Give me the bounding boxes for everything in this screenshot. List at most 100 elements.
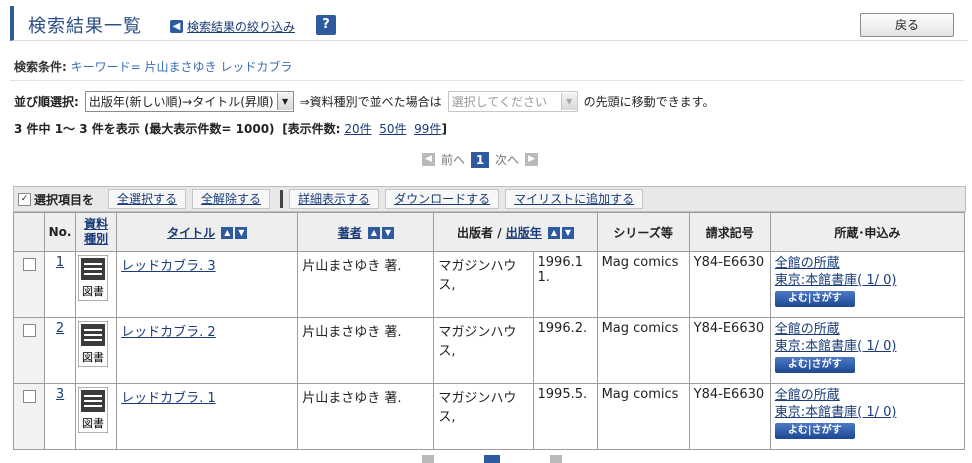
header-type[interactable]: 資料種別 bbox=[75, 212, 118, 252]
header-publisher-year: 出版者 / 出版年 ▲ ▼ bbox=[433, 212, 598, 252]
download-button[interactable]: ダウンロードする bbox=[385, 189, 500, 209]
action-bar: ✓ 選択項目を 全選択する 全解除する 詳細表示する ダウンロードする マイリス… bbox=[13, 186, 966, 212]
header-author: 著者 ▲ ▼ bbox=[297, 212, 435, 252]
yomu-sagasu-button[interactable]: よむ|さがす bbox=[774, 357, 855, 373]
row-type-label: 図書 bbox=[82, 416, 104, 430]
back-button[interactable]: 戻る bbox=[860, 13, 954, 37]
result-count: 3 件中 1～ 3 件を表示 (最大表示件数= 1000) bbox=[14, 122, 275, 136]
header-title: タイトル ▲ ▼ bbox=[116, 212, 299, 252]
deselect-all-button[interactable]: 全解除する bbox=[192, 189, 271, 209]
search-condition: 検索条件: キーワード= 片山まさゆき レッドカブラ bbox=[14, 58, 292, 75]
all-holdings-link[interactable]: 全館の所蔵 bbox=[775, 256, 840, 271]
table-row: 1 図書 レッドカブラ. 3 片山まさゆき 著. マガジンハウス, 1996.11. Mag… bbox=[12, 251, 966, 318]
sort-desc-icon[interactable]: ▼ bbox=[561, 227, 574, 239]
row-series: Mag comics bbox=[596, 383, 690, 450]
header-checkbox bbox=[12, 212, 46, 252]
row-year: 1995.5. bbox=[532, 383, 598, 450]
row-holdings-cell: 全館の所蔵東京:本館書庫( 1/ 0) よむ|さがす bbox=[769, 317, 966, 384]
search-condition-label: 検索条件: bbox=[14, 60, 67, 74]
material-type-select[interactable]: 選択してください ▼ bbox=[447, 91, 578, 112]
holding-location-link[interactable]: 東京:本館書庫( 1/ 0) bbox=[775, 405, 897, 420]
refine-results-link[interactable]: ◀ 検索結果の絞り込み bbox=[170, 18, 295, 35]
prev-page-button: 前へ bbox=[441, 153, 466, 167]
book-icon: 図書 bbox=[77, 254, 109, 302]
sort-mid-text: ⇒資料種別で並べた場合は bbox=[299, 95, 442, 109]
next-page-button: 次へ bbox=[495, 153, 520, 167]
detail-view-button[interactable]: 詳細表示する bbox=[289, 189, 380, 209]
sort-desc-icon[interactable]: ▼ bbox=[235, 227, 248, 239]
row-number-link[interactable]: 1 bbox=[56, 255, 64, 270]
row-title-link[interactable]: レッドカブラ. 1 bbox=[121, 391, 216, 406]
row-title-cell: レッドカブラ. 2 bbox=[116, 317, 299, 384]
all-holdings-link[interactable]: 全館の所蔵 bbox=[775, 322, 840, 337]
holding-location-link[interactable]: 東京:本館書庫( 1/ 0) bbox=[775, 339, 897, 354]
action-label-text: 選択項目を bbox=[34, 192, 95, 207]
row-type-cell: 図書 bbox=[75, 251, 118, 318]
sort-asc-icon[interactable]: ▲ bbox=[367, 227, 380, 239]
sort-order-select[interactable]: 出版年(新しい順)→タイトル(昇順) ▼ bbox=[84, 91, 294, 112]
row-holdings-cell: 全館の所蔵東京:本館書庫( 1/ 0) よむ|さがす bbox=[769, 383, 966, 450]
row-year: 1996.11. bbox=[532, 251, 598, 318]
display-count-close: ] bbox=[441, 122, 447, 136]
sort-title-link[interactable]: タイトル bbox=[167, 226, 215, 240]
row-publisher: マガジンハウス, bbox=[433, 317, 534, 384]
row-series: Mag comics bbox=[596, 317, 690, 384]
yomu-sagasu-button[interactable]: よむ|さがす bbox=[774, 291, 855, 307]
refine-results-label[interactable]: 検索結果の絞り込み bbox=[187, 18, 295, 35]
row-author: 片山まさゆき 著. bbox=[297, 251, 435, 318]
select-all-button[interactable]: 全選択する bbox=[108, 189, 187, 209]
row-publisher: マガジンハウス, bbox=[433, 251, 534, 318]
sort-year-link[interactable]: 出版年 bbox=[506, 226, 542, 240]
yomu-sagasu-button[interactable]: よむ|さがす bbox=[774, 423, 855, 439]
row-title-link[interactable]: レッドカブラ. 2 bbox=[121, 325, 216, 340]
display-20-link[interactable]: 20件 bbox=[344, 122, 371, 136]
row-checkbox[interactable] bbox=[22, 258, 36, 271]
row-number-cell: 1 bbox=[44, 251, 77, 318]
row-title-cell: レッドカブラ. 3 bbox=[116, 251, 299, 318]
row-author: 片山まさゆき 著. bbox=[297, 383, 435, 450]
header-type-link[interactable]: 資料種別 bbox=[80, 217, 112, 247]
row-number-link[interactable]: 2 bbox=[56, 321, 64, 336]
header-no: No. bbox=[44, 212, 77, 252]
row-number-cell: 2 bbox=[44, 317, 77, 384]
row-type-cell: 図書 bbox=[75, 317, 118, 384]
row-year: 1996.2. bbox=[532, 317, 598, 384]
header-slash: / bbox=[497, 225, 502, 240]
row-title-link[interactable]: レッドカブラ. 3 bbox=[121, 259, 216, 274]
pager: ◀ 前へ 1 次へ ▶ bbox=[422, 151, 539, 168]
row-type-cell: 図書 bbox=[75, 383, 118, 450]
sort-asc-icon[interactable]: ▲ bbox=[547, 227, 560, 239]
row-checkbox-cell bbox=[12, 383, 46, 450]
help-button[interactable]: ? bbox=[316, 15, 336, 35]
chevron-down-icon[interactable]: ▼ bbox=[276, 93, 293, 110]
table-header-row: No. 資料種別 タイトル ▲ ▼ 著者 ▲ ▼ 出版者 / 出版年 ▲ ▼ シリーズ… bbox=[12, 212, 966, 252]
header-publisher: 出版者 bbox=[457, 225, 494, 240]
row-call-number: Y84-E6630 bbox=[688, 317, 771, 384]
row-call-number: Y84-E6630 bbox=[688, 251, 771, 318]
sort-author-link[interactable]: 著者 bbox=[338, 226, 362, 240]
holding-location-link[interactable]: 東京:本館書庫( 1/ 0) bbox=[775, 273, 897, 288]
prev-arrow-icon: ◀ bbox=[422, 153, 435, 166]
display-50-link[interactable]: 50件 bbox=[379, 122, 406, 136]
sort-desc-icon[interactable]: ▼ bbox=[381, 227, 394, 239]
sort-tail-text: の先頭に移動できます。 bbox=[583, 95, 715, 109]
row-checkbox-cell bbox=[12, 317, 46, 384]
chevron-down-icon[interactable]: ▼ bbox=[560, 93, 577, 110]
page-header: 検索結果一覧 ◀ 検索結果の絞り込み ? 戻る bbox=[10, 6, 968, 41]
page-title: 検索結果一覧 bbox=[28, 16, 142, 37]
display-99-link[interactable]: 99件 bbox=[414, 122, 441, 136]
row-holdings-cell: 全館の所蔵東京:本館書庫( 1/ 0) よむ|さがす bbox=[769, 251, 966, 318]
row-checkbox[interactable] bbox=[22, 324, 36, 337]
row-call-number: Y84-E6630 bbox=[688, 383, 771, 450]
add-to-mylist-button[interactable]: マイリストに追加する bbox=[505, 189, 644, 209]
sort-label: 並び順選択: bbox=[14, 95, 79, 109]
row-type-label: 図書 bbox=[82, 284, 104, 298]
sort-order-value: 出版年(新しい順)→タイトル(昇順) bbox=[88, 95, 274, 109]
sort-asc-icon[interactable]: ▲ bbox=[221, 227, 234, 239]
next-arrow-icon: ▶ bbox=[525, 153, 539, 166]
all-holdings-link[interactable]: 全館の所蔵 bbox=[775, 388, 840, 403]
table-row: 3 図書 レッドカブラ. 1 片山まさゆき 著. マガジンハウス, 1995.5. Mag … bbox=[12, 383, 966, 450]
row-number-link[interactable]: 3 bbox=[56, 387, 64, 402]
row-type-label: 図書 bbox=[82, 350, 104, 364]
row-checkbox[interactable] bbox=[22, 390, 36, 403]
